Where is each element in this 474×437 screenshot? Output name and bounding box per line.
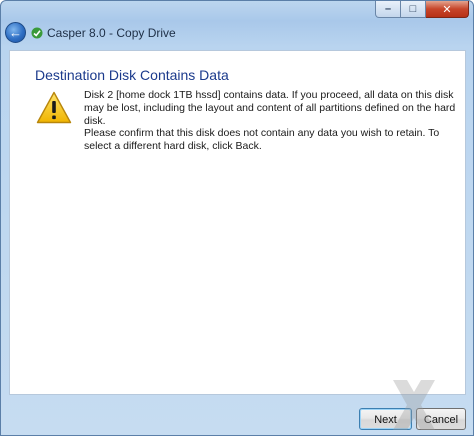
confirmation-message: Please confirm that this disk does not c… — [84, 127, 440, 152]
minimize-icon: – — [384, 3, 392, 15]
back-arrow-icon: ← — [9, 25, 22, 40]
page-heading: Destination Disk Contains Data — [35, 67, 229, 83]
maximize-icon: □ — [409, 3, 417, 15]
close-icon: ✕ — [442, 3, 452, 16]
warning-triangle-icon — [36, 91, 72, 124]
app-window: ← Casper 8.0 - Copy Drive – □ ✕ Destinat… — [0, 0, 474, 436]
close-button[interactable]: ✕ — [426, 1, 469, 18]
window-title: Casper 8.0 - Copy Drive — [47, 26, 176, 40]
watermark-x-icon — [393, 380, 435, 430]
caption-buttons: – □ ✕ — [375, 1, 469, 19]
casper-app-icon — [31, 27, 43, 39]
maximize-button[interactable]: □ — [401, 1, 426, 18]
minimize-button[interactable]: – — [375, 1, 401, 18]
warning-message: Disk 2 [home dock 1TB hssd] contains dat… — [84, 89, 456, 127]
back-button[interactable]: ← — [5, 22, 26, 43]
title-bar: ← Casper 8.0 - Copy Drive – □ ✕ — [1, 1, 474, 47]
wizard-content-panel: Destination Disk Contains Data Disk 2 [h… — [9, 50, 466, 395]
